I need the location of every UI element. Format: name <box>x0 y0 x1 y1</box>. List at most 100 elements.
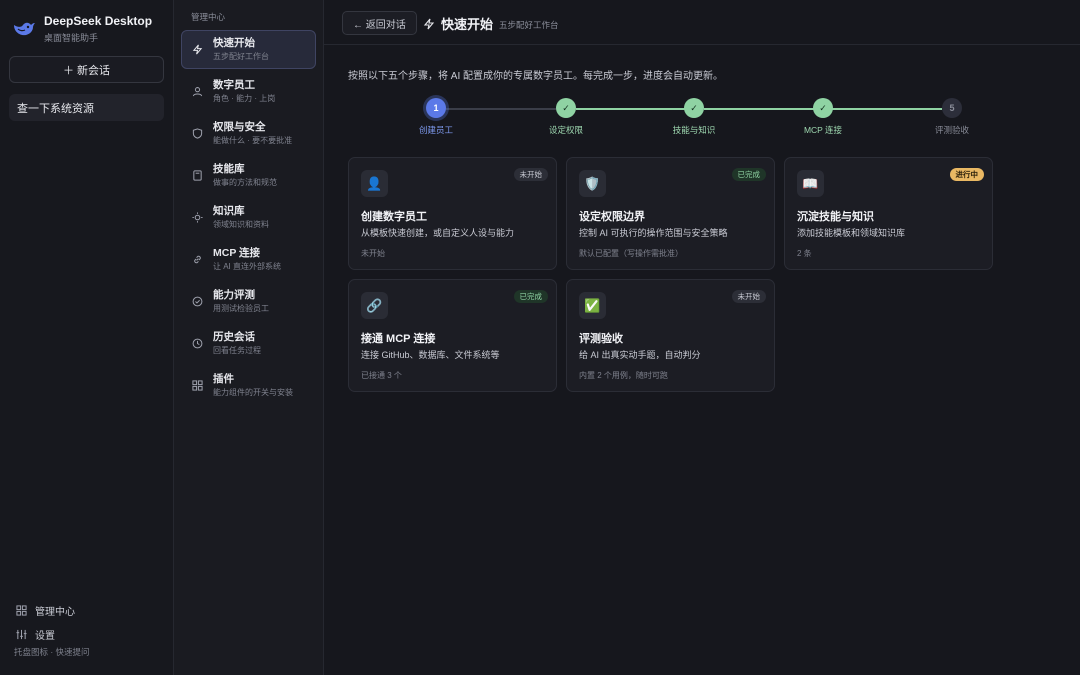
settings-link[interactable]: 设置 <box>16 622 75 646</box>
main-content: ← 返回对话 快速开始 五步配好工作台 按照以下五个步骤，将 AI 配置成你的专… <box>324 0 1080 675</box>
step-check-icon: ✓ <box>684 98 704 118</box>
book-icon <box>193 170 202 181</box>
nav-item-plugins[interactable]: 插件能力组件的开关与安装 <box>181 366 316 405</box>
lightning-icon <box>192 44 203 55</box>
step-check-icon: ✓ <box>813 98 833 118</box>
card-meta: 默认已配置（写操作需批准） <box>579 249 683 258</box>
admin-nav: 管理中心 快速开始五步配好工作台 数字员工角色 · 能力 · 上岗 权限与安全能… <box>174 0 324 675</box>
nav-title: 管理中心 <box>191 12 226 22</box>
intro-text: 按照以下五个步骤，将 AI 配置成你的专属数字员工。每完成一步，进度会自动更新。 <box>348 71 724 82</box>
shield-icon: 🛡️ <box>579 170 606 197</box>
nav-item-evaluation[interactable]: 能力评测用测试检验员工 <box>181 282 316 321</box>
brand: DeepSeek Desktop 桌面智能助手 <box>12 14 152 44</box>
page-header: 快速开始 五步配好工作台 <box>423 14 559 33</box>
card-meta: 内置 2 个用例，随时可跑 <box>579 371 668 380</box>
step-1[interactable]: 1 创建员工 <box>386 98 486 136</box>
card-title: 接通 MCP 连接 <box>361 333 436 345</box>
step-2[interactable]: ✓ 设定权限 <box>516 98 616 136</box>
nav-sub: 用测试检验员工 <box>213 304 269 313</box>
book-icon: 📖 <box>797 170 824 197</box>
card-description: 连接 GitHub、数据库、文件系统等 <box>361 350 500 360</box>
bulb-icon <box>192 212 203 223</box>
back-to-chat-button[interactable]: ← 返回对话 <box>342 11 417 35</box>
nav-label: 知识库 <box>213 205 245 217</box>
card-create-employee[interactable]: 👤 未开始 创建数字员工 从模板快速创建，或自定义人设与能力 未开始 <box>348 157 557 270</box>
nav-label: 快速开始 <box>213 37 255 49</box>
grid-icon <box>16 604 27 616</box>
nav-label: 历史会话 <box>213 331 255 343</box>
nav-item-mcp[interactable]: MCP 连接让 AI 直连外部系统 <box>181 240 316 279</box>
nav-item-skills[interactable]: 技能库做事的方法和规范 <box>181 156 316 195</box>
step-number: 1 <box>426 98 446 118</box>
status-badge: 进行中 <box>949 168 984 181</box>
app-sidebar: DeepSeek Desktop 桌面智能助手 ＋ 新会话 查一下系统资源 管理… <box>0 0 174 675</box>
status-badge: 已完成 <box>513 290 548 303</box>
card-description: 从模板快速创建，或自定义人设与能力 <box>361 228 515 238</box>
card-mcp[interactable]: 🔗 已完成 接通 MCP 连接 连接 GitHub、数据库、文件系统等 已接通 … <box>348 279 557 392</box>
nav-sub: 回看任务过程 <box>213 346 261 355</box>
card-meta: 2 条 <box>797 249 812 258</box>
nav-label: 数字员工 <box>213 79 255 91</box>
nav-item-knowledge[interactable]: 知识库领域知识和资料 <box>181 198 316 237</box>
clock-icon <box>192 338 203 349</box>
app-name: DeepSeek Desktop <box>44 14 153 28</box>
top-bar: ← 返回对话 快速开始 五步配好工作台 <box>324 0 1080 45</box>
new-chat-button[interactable]: ＋ 新会话 <box>9 56 164 83</box>
step-label: 评测验收 <box>934 125 969 135</box>
nav-item-permissions[interactable]: 权限与安全能做什么 · 要不要批准 <box>181 114 316 153</box>
app-subtitle: 桌面智能助手 <box>44 33 99 43</box>
card-skills-knowledge[interactable]: 📖 进行中 沉淀技能与知识 添加技能模板和领域知识库 2 条 <box>784 157 993 270</box>
card-title: 评测验收 <box>579 333 623 345</box>
grid-icon <box>192 380 203 391</box>
step-number: 5 <box>942 98 962 118</box>
link-icon <box>194 255 201 264</box>
sliders-icon <box>16 629 27 639</box>
check-box-icon: ✅ <box>579 292 606 319</box>
settings-label: 设置 <box>35 630 55 642</box>
nav-sub: 领域知识和资料 <box>213 220 269 229</box>
step-label: 技能与知识 <box>672 125 716 135</box>
step-5[interactable]: 5 评测验收 <box>902 98 1002 136</box>
person-icon: 👤 <box>361 170 388 197</box>
nav-label: 技能库 <box>213 163 245 175</box>
status-badge: 已完成 <box>731 168 766 181</box>
nav-item-digital-employee[interactable]: 数字员工角色 · 能力 · 上岗 <box>181 72 316 111</box>
progress-stepper: 1 创建员工 ✓ 设定权限 ✓ 技能与知识 ✓ MCP 连接 5 评测验收 <box>348 96 988 136</box>
nav-sub: 能力组件的开关与安装 <box>213 388 293 397</box>
nav-label: 权限与安全 <box>213 121 266 133</box>
page-title: 快速开始 <box>441 17 494 32</box>
admin-center-link[interactable]: 管理中心 <box>16 598 75 622</box>
lightning-icon <box>423 18 435 29</box>
nav-sub: 能做什么 · 要不要批准 <box>213 136 293 145</box>
conversation-item[interactable]: 查一下系统资源 <box>9 94 164 121</box>
card-meta: 未开始 <box>361 249 385 258</box>
card-meta: 已接通 3 个 <box>361 371 402 380</box>
nav-label: 能力评测 <box>213 289 255 301</box>
step-check-icon: ✓ <box>556 98 576 118</box>
card-title: 沉淀技能与知识 <box>797 211 874 223</box>
nav-sub: 做事的方法和规范 <box>213 178 277 187</box>
step-label: 创建员工 <box>418 125 453 135</box>
card-title: 创建数字员工 <box>361 211 427 223</box>
check-circle-icon <box>192 296 203 307</box>
tray-hint: 托盘图标 · 快速提问 <box>14 647 90 657</box>
step-3[interactable]: ✓ 技能与知识 <box>644 98 744 136</box>
nav-label: MCP 连接 <box>213 247 261 259</box>
admin-center-label: 管理中心 <box>35 606 75 618</box>
whale-logo-icon <box>14 22 35 36</box>
card-description: 添加技能模板和领域知识库 <box>797 228 906 238</box>
card-evaluation[interactable]: ✅ 未开始 评测验收 给 AI 出真实动手题，自动判分 内置 2 个用例，随时可… <box>566 279 775 392</box>
step-label: MCP 连接 <box>803 125 843 135</box>
nav-label: 插件 <box>213 373 234 385</box>
nav-sub: 让 AI 直连外部系统 <box>213 262 282 271</box>
nav-sub: 五步配好工作台 <box>213 52 269 61</box>
step-4[interactable]: ✓ MCP 连接 <box>773 98 873 136</box>
nav-sub: 角色 · 能力 · 上岗 <box>213 94 276 103</box>
shield-icon <box>192 128 203 139</box>
nav-item-quick-start[interactable]: 快速开始五步配好工作台 <box>181 30 316 69</box>
nav-item-history[interactable]: 历史会话回看任务过程 <box>181 324 316 363</box>
status-badge: 未开始 <box>513 168 548 181</box>
card-description: 给 AI 出真实动手题，自动判分 <box>579 350 701 360</box>
step-label: 设定权限 <box>548 125 583 135</box>
card-permissions[interactable]: 🛡️ 已完成 设定权限边界 控制 AI 可执行的操作范围与安全策略 默认已配置（… <box>566 157 775 270</box>
